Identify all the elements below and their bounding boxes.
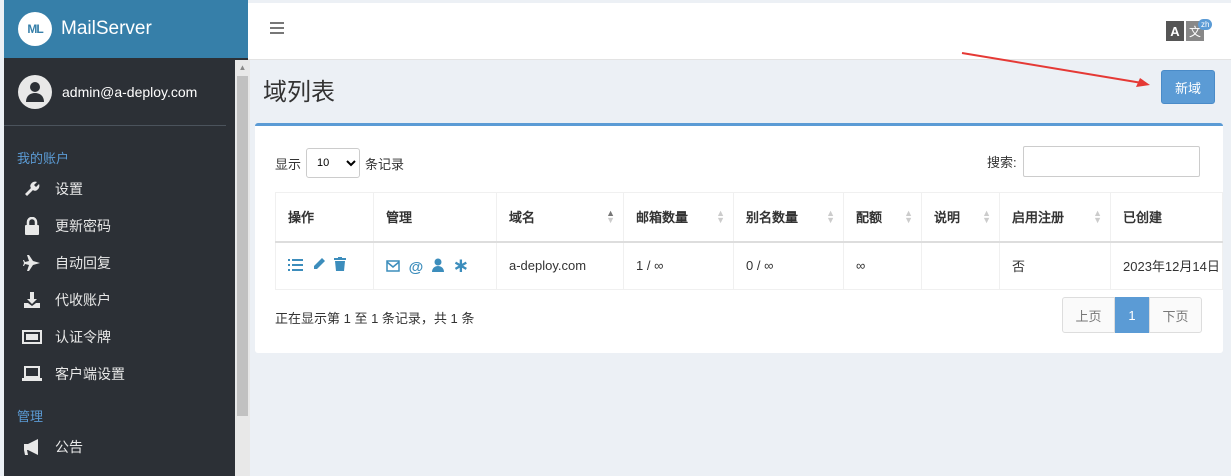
section-header-admin: 管理	[17, 409, 44, 424]
page-length-select[interactable]: 10	[306, 148, 361, 178]
sidebar-item-announcements[interactable]: 公告	[4, 428, 248, 465]
sidebar-item-label: 自动回复	[55, 254, 111, 271]
search-control: 搜索:	[987, 146, 1200, 177]
app-name: MailServer	[61, 18, 152, 39]
col-header-quota[interactable]: 配额 ▲ ▼	[843, 192, 922, 243]
sidebar-item-client-settings[interactable]: 客户端设置	[4, 355, 248, 392]
sidebar-item-label: 代收账户	[55, 291, 111, 308]
scroll-up-arrow-icon[interactable]: ▲	[235, 60, 250, 75]
avatar	[18, 74, 52, 109]
table-header-row: 操作 管理 域名 ▲ ▼ 邮箱数量 ▲ ▼ 别名数量 ▲ ▼ 配额 ▲ ▼ 说明 ▲ ▼ 启用注册 ▲…	[275, 192, 1223, 243]
sidebar-item-label: 设置	[55, 180, 83, 197]
col-header-manage: 管理	[373, 192, 497, 243]
sidebar-item-settings[interactable]: 设置	[4, 170, 248, 207]
table-info: 正在显示第 1 至 1 条记录，共 1 条	[275, 311, 475, 326]
at-alias-icon[interactable]: @	[409, 259, 424, 276]
records-label: 条记录	[365, 156, 405, 172]
user-panel[interactable]: admin@a-deploy.com	[4, 58, 226, 126]
sidebar-item-update-password[interactable]: 更新密码	[4, 207, 248, 244]
pagination: 上页 1 下页	[1062, 297, 1202, 333]
asterisk-icon[interactable]: ∗	[453, 253, 470, 278]
cell-manage: @ ∗	[373, 241, 497, 290]
cell-created: 2023年12月14日	[1110, 241, 1223, 290]
cell-actions	[275, 241, 374, 290]
cell-mailboxes: 1 / ∞	[623, 241, 734, 290]
sidebar-item-auto-reply[interactable]: 自动回复	[4, 244, 248, 281]
col-header-mailboxes[interactable]: 邮箱数量 ▲ ▼	[623, 192, 734, 243]
page-length-control: 显示 10 条记录	[275, 148, 404, 178]
sort-icon: ▲ ▼	[716, 208, 725, 225]
search-input[interactable]	[1022, 146, 1200, 177]
sort-icon: ▲ ▼	[606, 208, 615, 225]
col-header-actions: 操作	[275, 192, 374, 243]
mailserver-logo-icon: ML	[18, 12, 52, 46]
delete-trash-icon[interactable]	[334, 257, 347, 272]
col-header-description[interactable]: 说明 ▲ ▼	[921, 192, 1000, 243]
language-switcher[interactable]: A 文 zh	[1166, 19, 1213, 41]
wrench-icon	[21, 180, 43, 198]
cell-domain: a-deploy.com	[496, 241, 624, 290]
cell-aliases: 0 / ∞	[733, 241, 844, 290]
lock-icon	[21, 216, 43, 235]
col-header-aliases[interactable]: 别名数量 ▲ ▼	[733, 192, 844, 243]
edit-pencil-icon[interactable]	[312, 257, 326, 271]
download-icon	[21, 291, 43, 309]
brand-header[interactable]: ML MailServer	[4, 0, 248, 58]
sort-icon: ▲ ▼	[904, 208, 913, 225]
cell-quota: ∞	[843, 241, 922, 290]
sidebar-item-label: 认证令牌	[55, 328, 111, 345]
cell-description	[921, 241, 1000, 290]
section-header-my-account: 我的账户	[17, 151, 70, 166]
translate-icon-a: A	[1166, 21, 1184, 41]
search-label: 搜索:	[987, 155, 1017, 170]
prev-page-button[interactable]: 上页	[1062, 297, 1115, 333]
next-page-button[interactable]: 下页	[1149, 297, 1202, 333]
mail-icon[interactable]	[386, 260, 400, 272]
show-label: 显示	[275, 156, 302, 172]
sidebar-item-fetch-accounts[interactable]: 代收账户	[4, 281, 248, 318]
megaphone-icon	[21, 438, 43, 456]
cell-registration: 否	[999, 241, 1111, 290]
scroll-thumb[interactable]	[237, 76, 248, 416]
sidebar-scrollbar[interactable]: ▲	[235, 60, 250, 476]
sidebar-item-label: 客户端设置	[55, 365, 125, 382]
col-header-domain[interactable]: 域名 ▲ ▼	[496, 192, 624, 243]
token-icon	[21, 329, 43, 345]
sidebar-item-label: 更新密码	[55, 217, 111, 234]
domain-list-box: 显示 10 条记录 搜索: 操作 管理 域名 ▲ ▼ 邮箱数量 ▲ ▼ 别名数量 ▲ ▼ 配…	[255, 123, 1223, 353]
sidebar: ML MailServer admin@a-deploy.com 我的账户 设置…	[4, 0, 250, 476]
plane-icon	[21, 254, 43, 272]
domains-table: 操作 管理 域名 ▲ ▼ 邮箱数量 ▲ ▼ 别名数量 ▲ ▼ 配额 ▲ ▼ 说明 ▲ ▼ 启用注册 ▲…	[275, 192, 1223, 290]
annotation-arrow-icon	[961, 52, 1150, 87]
table-row: @ ∗ a-deploy.com 1 / ∞ 0 / ∞ ∞ 否 2023年12…	[275, 241, 1223, 290]
user-email: admin@a-deploy.com	[62, 83, 198, 100]
sidebar-item-label: 公告	[55, 438, 83, 455]
list-icon[interactable]	[288, 259, 303, 272]
hamburger-menu-icon[interactable]	[270, 21, 284, 37]
sort-icon: ▲ ▼	[1093, 208, 1102, 225]
language-badge: zh	[1198, 19, 1213, 30]
sort-icon: ▲ ▼	[982, 208, 991, 225]
sidebar-item-auth-tokens[interactable]: 认证令牌	[4, 318, 248, 355]
laptop-icon	[21, 365, 43, 382]
col-header-registration[interactable]: 启用注册 ▲ ▼	[999, 192, 1111, 243]
page-title: 域列表	[263, 79, 335, 106]
col-header-created[interactable]: 已创建	[1110, 192, 1223, 243]
user-icon[interactable]	[431, 258, 444, 273]
new-domain-button[interactable]: 新域	[1161, 70, 1215, 104]
sort-icon: ▲ ▼	[826, 208, 835, 225]
page-1-button[interactable]: 1	[1115, 297, 1149, 333]
